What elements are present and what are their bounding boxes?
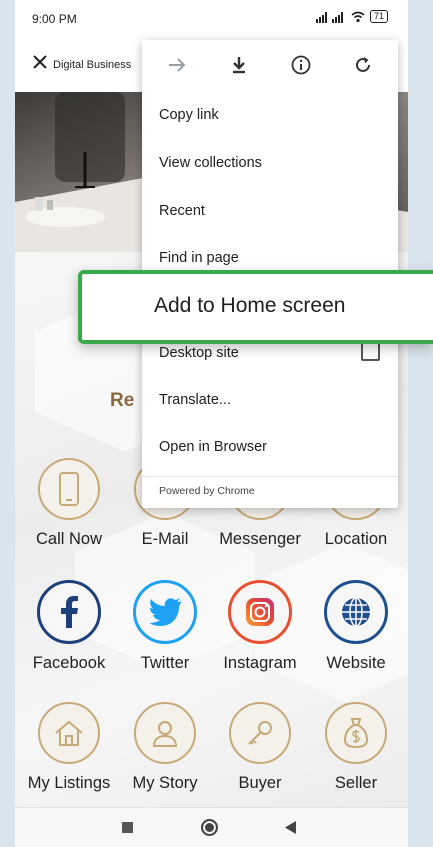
section-title: Re xyxy=(110,390,135,411)
grid-item-seller[interactable]: Seller xyxy=(307,702,405,793)
signal-icon xyxy=(315,11,343,23)
battery-indicator: 71 xyxy=(369,10,388,23)
home-icon xyxy=(55,720,83,746)
person-icon xyxy=(152,721,178,747)
close-icon[interactable] xyxy=(33,55,47,69)
menu-item-view-collections[interactable]: View collections xyxy=(159,155,262,171)
grid-label: My Listings xyxy=(27,774,111,792)
grid-label: E-Mail xyxy=(141,530,189,548)
phone-screen: 9:00 PM 71 Digital Business Re Call Now … xyxy=(15,0,408,847)
system-nav-bar xyxy=(15,807,408,847)
forward-icon[interactable] xyxy=(166,54,188,76)
grid-label: Location xyxy=(324,530,388,548)
grid-item-buyer[interactable]: Buyer xyxy=(211,702,309,793)
grid-label: Seller xyxy=(334,774,378,792)
menu-item-add-to-home-screen[interactable]: Add to Home screen xyxy=(78,270,433,344)
grid-label: Messenger xyxy=(219,530,301,548)
back-icon[interactable] xyxy=(285,821,296,834)
grid-item-my-story[interactable]: My Story xyxy=(116,702,214,793)
info-icon[interactable] xyxy=(290,54,312,76)
status-bar: 9:00 PM 71 xyxy=(15,0,408,38)
twitter-icon xyxy=(149,598,181,626)
grid-label: Instagram xyxy=(223,654,297,672)
download-icon[interactable] xyxy=(228,54,250,76)
grid-label: Twitter xyxy=(140,654,190,672)
menu-item-open-in-browser[interactable]: Open in Browser xyxy=(159,439,267,455)
grid-item-facebook[interactable]: Facebook xyxy=(20,580,118,673)
desktop-site-checkbox[interactable] xyxy=(361,342,380,361)
menu-toolbar xyxy=(142,40,398,90)
recents-icon[interactable] xyxy=(122,822,133,833)
grid-label: Website xyxy=(326,654,386,672)
grid-item-call-now[interactable]: Call Now xyxy=(20,458,118,549)
money-bag-icon xyxy=(343,718,369,749)
grid-label: Call Now xyxy=(35,530,103,548)
home-button-icon[interactable] xyxy=(201,819,218,836)
menu-item-translate[interactable]: Translate... xyxy=(159,392,231,408)
phone-icon xyxy=(59,472,79,506)
menu-item-recent[interactable]: Recent xyxy=(159,203,205,219)
facebook-icon xyxy=(61,596,78,628)
grid-label: My Story xyxy=(132,774,198,792)
grid-label: Buyer xyxy=(238,774,282,792)
menu-item-desktop-site[interactable]: Desktop site xyxy=(159,345,239,361)
globe-icon xyxy=(342,597,370,627)
grid-item-twitter[interactable]: Twitter xyxy=(116,580,214,673)
grid-item-instagram[interactable]: Instagram xyxy=(211,580,309,673)
key-icon xyxy=(248,721,272,745)
add-to-home-screen-label: Add to Home screen xyxy=(154,294,346,317)
refresh-icon[interactable] xyxy=(352,54,374,76)
instagram-icon xyxy=(246,598,274,626)
site-title: Digital Business xyxy=(53,59,132,71)
menu-footer: Powered by Chrome xyxy=(142,476,398,509)
status-icons: 71 xyxy=(315,10,388,23)
grid-item-my-listings[interactable]: My Listings xyxy=(20,702,118,793)
wifi-icon xyxy=(351,11,365,22)
powered-by-label: Powered by Chrome xyxy=(159,485,255,497)
grid-item-website[interactable]: Website xyxy=(307,580,405,673)
menu-item-find-in-page[interactable]: Find in page xyxy=(159,250,239,266)
status-time: 9:00 PM xyxy=(32,12,77,26)
menu-item-copy-link[interactable]: Copy link xyxy=(159,107,219,123)
grid-label: Facebook xyxy=(32,654,106,672)
